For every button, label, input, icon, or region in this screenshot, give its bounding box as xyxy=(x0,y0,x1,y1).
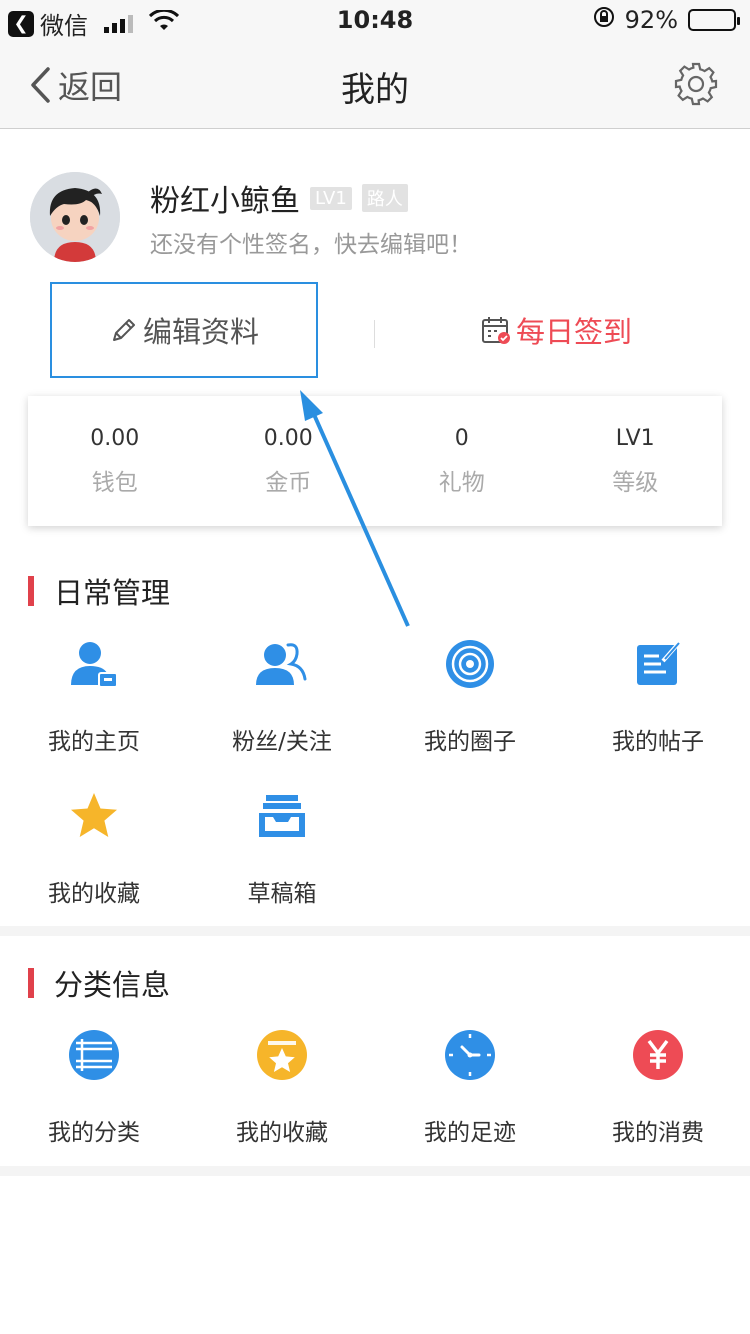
clock-icon xyxy=(376,1027,564,1083)
stat-label: 礼物 xyxy=(438,470,485,496)
status-bar: ❮ 微信 10:48 92% xyxy=(0,0,750,40)
post-edit-icon xyxy=(564,636,750,692)
grid-item-my-homepage[interactable]: 我的主页 xyxy=(0,636,188,756)
username: 粉红小鲸鱼 xyxy=(150,184,300,219)
calendar-check-icon xyxy=(482,317,510,344)
grid-item-label: 我的收藏 xyxy=(236,1120,328,1146)
grid-item-label: 我的分类 xyxy=(48,1120,140,1146)
section-accent-bar xyxy=(28,576,34,606)
grid-item-drafts[interactable]: 草稿箱 xyxy=(188,788,376,908)
section-daily-title: 日常管理 xyxy=(28,570,170,612)
user-card-icon xyxy=(0,636,188,692)
star-icon xyxy=(0,788,188,844)
settings-gear-icon[interactable] xyxy=(672,60,720,112)
section-category-label: 分类信息 xyxy=(54,968,171,1002)
grid-item-my-categories[interactable]: 我的分类 xyxy=(0,1027,188,1147)
action-divider xyxy=(374,320,375,348)
grid-item-my-favorites[interactable]: 我的收藏 xyxy=(0,788,188,908)
section-separator xyxy=(0,926,750,936)
stat-value: 0 xyxy=(454,426,469,451)
stats-card: 0.00 钱包 0.00 金币 0 礼物 LV1 等级 xyxy=(28,396,722,526)
grid-item-fans-follow[interactable]: 粉丝/关注 xyxy=(188,636,376,756)
grid-item-label: 我的消费 xyxy=(612,1120,704,1146)
level-badge: LV1 xyxy=(310,186,352,210)
battery-icon xyxy=(688,9,740,31)
grid-item-label: 我的足迹 xyxy=(424,1120,516,1146)
pencil-icon xyxy=(112,319,135,341)
daily-checkin-label: 每日签到 xyxy=(516,315,633,349)
stat-label: 等级 xyxy=(612,470,659,496)
grid-item-label: 粉丝/关注 xyxy=(232,729,332,755)
rotation-lock-icon xyxy=(593,6,615,34)
stat-value: 0.00 xyxy=(90,426,140,451)
username-row: 粉红小鲸鱼 LV1 路人 xyxy=(150,176,408,220)
category-list-icon xyxy=(0,1027,188,1083)
stat-gifts[interactable]: 0 礼物 xyxy=(375,396,549,526)
grid-item-my-spending[interactable]: 我的消费 xyxy=(564,1027,750,1147)
grid-item-my-posts[interactable]: 我的帖子 xyxy=(564,636,750,756)
section-category-title: 分类信息 xyxy=(28,962,170,1004)
circle-icon xyxy=(376,636,564,692)
page-title: 我的 xyxy=(341,70,409,110)
section-separator xyxy=(0,1166,750,1176)
status-right: 92% xyxy=(593,6,740,34)
profile-actions: 编辑资料 每日签到 xyxy=(0,282,750,378)
grid-item-label: 草稿箱 xyxy=(247,881,317,907)
daily-checkin-button[interactable]: 每日签到 xyxy=(480,282,632,378)
stat-coins[interactable]: 0.00 金币 xyxy=(202,396,376,526)
drafts-box-icon xyxy=(188,788,376,844)
stat-label: 金币 xyxy=(265,470,312,496)
role-badge: 路人 xyxy=(361,184,408,212)
yen-icon xyxy=(564,1027,750,1083)
signature-text[interactable]: 还没有个性签名，快去编辑吧！ xyxy=(150,225,472,259)
grid-item-my-footprints[interactable]: 我的足迹 xyxy=(376,1027,564,1147)
favorite-folder-icon xyxy=(188,1027,376,1083)
grid-item-label: 我的帖子 xyxy=(612,729,704,755)
stat-wallet[interactable]: 0.00 钱包 xyxy=(28,396,202,526)
stat-level[interactable]: LV1 等级 xyxy=(549,396,723,526)
edit-profile-label: 编辑资料 xyxy=(142,315,259,349)
battery-percent: 92% xyxy=(624,6,678,34)
grid-item-label: 我的圈子 xyxy=(424,729,516,755)
grid-item-my-circle[interactable]: 我的圈子 xyxy=(376,636,564,756)
grid-item-my-favorites-folder[interactable]: 我的收藏 xyxy=(188,1027,376,1147)
grid-item-label: 我的收藏 xyxy=(48,881,140,907)
section-accent-bar xyxy=(28,968,34,998)
section-daily-label: 日常管理 xyxy=(54,576,171,610)
followers-icon xyxy=(188,636,376,692)
navigation-bar: 返回 我的 xyxy=(0,40,750,129)
edit-profile-button[interactable]: 编辑资料 xyxy=(50,282,318,378)
stat-value: LV1 xyxy=(615,426,655,451)
grid-item-label: 我的主页 xyxy=(48,729,140,755)
stat-label: 钱包 xyxy=(91,470,138,496)
avatar[interactable] xyxy=(30,172,120,262)
stat-value: 0.00 xyxy=(263,426,313,451)
